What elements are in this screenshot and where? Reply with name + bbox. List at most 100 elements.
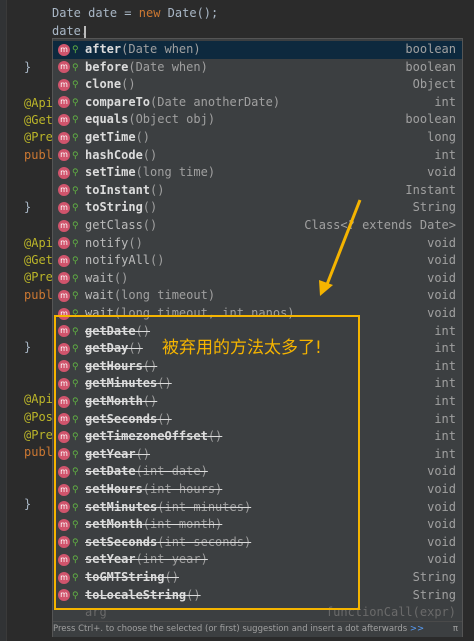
return-type: int [434, 429, 456, 444]
method-signature: before(Date when) [85, 59, 208, 77]
return-type: void [427, 499, 456, 514]
completion-item-clone[interactable]: m ⚲ clone() Object [53, 76, 462, 94]
method-params: () [142, 147, 158, 162]
return-type: void [427, 235, 456, 250]
closing-brace: } [24, 60, 32, 74]
public-visibility-icon: ⚲ [72, 256, 79, 267]
method-icon: m [58, 289, 70, 302]
method-icon: m [58, 113, 70, 126]
completion-item-toinstant[interactable]: m ⚲ toInstant() Instant [53, 182, 462, 200]
return-type: int [434, 394, 456, 408]
method-name: toInstant [85, 182, 151, 197]
return-type: boolean [405, 112, 456, 127]
return-type: int [434, 446, 456, 461]
return-type: int [434, 376, 456, 391]
keyword-public: publ [24, 148, 53, 162]
keyword-new: new [138, 6, 161, 20]
method-signature: toInstant() [85, 182, 164, 200]
method-name: toString [85, 200, 143, 215]
method-params: () [128, 235, 143, 250]
method-params: () [150, 182, 165, 197]
return-type: Instant [405, 182, 456, 197]
method-params: (Date when) [121, 42, 201, 56]
method-name: getTime [85, 130, 136, 144]
completion-item-notifyall[interactable]: m ⚲ notifyAll() void [53, 252, 462, 270]
return-type: String [412, 200, 456, 215]
completion-item-before[interactable]: m ⚲ before(Date when) boolean [53, 59, 462, 77]
deprecated-callout-text: 被弃用的方法太多了! [162, 338, 322, 358]
completion-item-wait[interactable]: m ⚲ wait() void [53, 270, 462, 288]
method-name: hashCode [85, 147, 143, 162]
return-type: boolean [405, 59, 456, 74]
type-date: Date [52, 6, 81, 20]
method-params: (Date when) [128, 59, 208, 74]
method-signature: notifyAll() [85, 252, 164, 270]
public-visibility-icon: ⚲ [72, 115, 79, 126]
return-type: int [434, 323, 456, 338]
method-signature: setTime(long time) [85, 164, 215, 182]
public-visibility-icon: ⚲ [72, 97, 79, 108]
code-line-date-declaration[interactable]: Date date = new Date(); [52, 4, 218, 22]
return-type: int [434, 358, 456, 373]
method-signature: clone() [85, 76, 136, 94]
completion-item-notify[interactable]: m ⚲ notify() void [53, 235, 462, 253]
method-signature: getTime() [85, 129, 150, 147]
method-signature: wait(long timeout) [85, 287, 215, 305]
method-name: equals [85, 112, 129, 127]
method-signature: hashCode() [85, 147, 157, 165]
completion-item-settime[interactable]: m ⚲ setTime(long time) void [53, 164, 462, 182]
completion-item-wait[interactable]: m ⚲ wait(long timeout) void [53, 287, 462, 305]
method-name: wait [85, 270, 114, 285]
method-icon: m [58, 43, 70, 56]
return-type: void [427, 534, 456, 549]
completion-item-getclass[interactable]: m ⚲ getClass() Class<? extends Date> [53, 217, 462, 235]
return-type: String [412, 587, 456, 602]
public-visibility-icon: ⚲ [72, 80, 79, 91]
pi-icon[interactable]: π [453, 622, 458, 637]
public-visibility-icon: ⚲ [72, 185, 79, 196]
method-params: (Object obj) [128, 112, 216, 127]
method-icon: m [58, 219, 70, 232]
return-type: void [427, 517, 456, 532]
completion-item-compareto[interactable]: m ⚲ compareTo(Date anotherDate) int [53, 94, 462, 112]
public-visibility-icon: ⚲ [72, 133, 79, 143]
completion-item-gettime[interactable]: m ⚲ getTime() long [53, 129, 462, 147]
method-params: (Date anotherDate) [150, 94, 281, 109]
method-icon: m [58, 149, 70, 162]
completion-item-equals[interactable]: m ⚲ equals(Object obj) boolean [53, 111, 462, 129]
method-name: after [85, 42, 122, 56]
method-name: notify [85, 235, 129, 250]
method-params: () [121, 77, 136, 92]
public-visibility-icon: ⚲ [72, 221, 79, 231]
return-type: void [427, 165, 456, 180]
method-icon: m [58, 166, 70, 179]
return-type: int [434, 341, 456, 356]
method-signature: equals(Object obj) [85, 111, 215, 129]
method-name: wait [85, 288, 114, 303]
return-type: int [434, 411, 456, 426]
completion-item-tostring[interactable]: m ⚲ toString() String [53, 199, 462, 217]
public-visibility-icon: ⚲ [72, 238, 79, 249]
return-type: void [427, 306, 456, 320]
completion-item-after[interactable]: m ⚲ after(Date when) boolean [53, 41, 462, 59]
method-signature: getClass() [85, 217, 157, 235]
method-signature: after(Date when) [85, 41, 201, 59]
method-params: (long time) [135, 165, 216, 180]
return-type: int [434, 147, 456, 162]
return-type: void [427, 270, 456, 285]
return-type: int [434, 94, 456, 109]
hint-more-link[interactable]: >> [410, 624, 424, 634]
method-name: clone [85, 77, 122, 92]
method-signature: compareTo(Date anotherDate) [85, 94, 280, 112]
completion-item-hashcode[interactable]: m ⚲ hashCode() int [53, 147, 462, 165]
method-signature: wait() [85, 270, 128, 288]
public-visibility-icon: ⚲ [72, 62, 79, 73]
method-name: getClass [85, 218, 143, 232]
return-type: void [427, 552, 456, 567]
var-date: date [88, 6, 118, 20]
method-name: before [85, 59, 129, 74]
public-visibility-icon: ⚲ [72, 45, 79, 55]
keyword-public: publ [24, 288, 53, 302]
return-type: void [427, 288, 456, 303]
public-visibility-icon: ⚲ [72, 203, 79, 214]
